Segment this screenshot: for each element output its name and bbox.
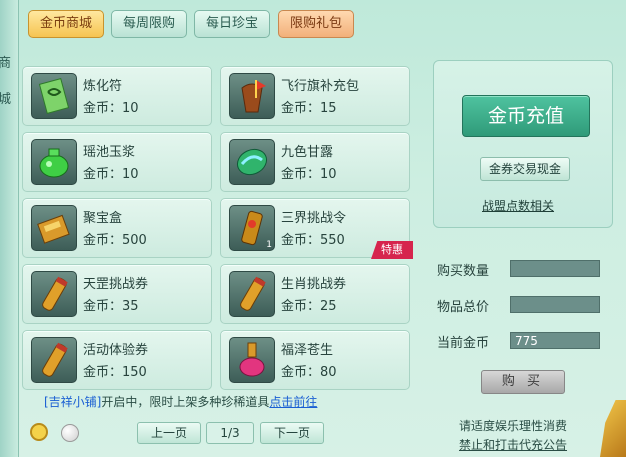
side-ribbon: 商 城: [0, 0, 19, 457]
item-price: 金币：10: [281, 167, 337, 182]
item-name: 聚宝盒: [83, 211, 123, 226]
ribbon-char: 城: [0, 92, 12, 107]
footer-notice-2[interactable]: 禁止和打击代充公告: [459, 436, 567, 453]
item-name: 活动体验券: [83, 343, 149, 358]
coupon-exchange-button[interactable]: 金券交易现金: [480, 157, 570, 181]
scroll-icon: [31, 271, 77, 317]
pearl-icon[interactable]: [61, 424, 79, 442]
magnifier-icon[interactable]: [30, 423, 48, 441]
special-offer-badge: 特惠: [371, 241, 413, 259]
total-price-field: [510, 296, 600, 313]
notice-link[interactable]: 点击前往: [269, 395, 317, 409]
buy-button[interactable]: 购 买: [481, 370, 565, 394]
item-card[interactable]: 炼化符 金币：10: [22, 66, 212, 126]
tab-daily-treasure[interactable]: 每日珍宝: [194, 10, 270, 38]
item-name: 生肖挑战券: [281, 277, 347, 292]
potion-bottle-icon: [229, 337, 275, 383]
scroll-icon: [229, 271, 275, 317]
item-card[interactable]: 飞行旗补充包 金币：15: [220, 66, 410, 126]
item-name: 飞行旗补充包: [281, 79, 360, 94]
item-card[interactable]: 聚宝盒 金币：500: [22, 198, 212, 258]
treasure-box-icon: [31, 205, 77, 251]
page-indicator: 1/3: [206, 422, 254, 444]
item-price: 金币：150: [83, 365, 147, 380]
item-card[interactable]: 天罡挑战券 金币：35: [22, 264, 212, 324]
item-name: 三界挑战令: [281, 211, 347, 226]
tab-limited-gift[interactable]: 限购礼包: [278, 10, 354, 38]
purchase-qty-field[interactable]: [510, 260, 600, 277]
prev-page-button[interactable]: 上一页: [137, 422, 201, 444]
talisman-icon: [31, 73, 77, 119]
ribbon-char: 商: [0, 56, 12, 71]
item-price: 金币：15: [281, 101, 337, 116]
item-name: 九色甘露: [281, 145, 334, 160]
item-price: 金币：10: [83, 101, 139, 116]
item-card[interactable]: 1 三界挑战令 金币：550 特惠: [220, 198, 413, 259]
challenge-token-icon: 1: [229, 205, 275, 251]
item-name: 炼化符: [83, 79, 123, 94]
scroll-icon: [31, 337, 77, 383]
tab-weekly-limit[interactable]: 每周限购: [111, 10, 187, 38]
notice-shop-name: [吉祥小铺]: [44, 395, 102, 409]
side-panel: 金币充值 金券交易现金 战盟点数相关: [433, 60, 613, 228]
shop-notice: [吉祥小铺]开启中，限时上架多种珍稀道具点击前往: [44, 393, 317, 410]
item-grid: 炼化符 金币：10 飞行旗补充包 金币：15 瑶池玉浆 金币：10 九色甘露 金…: [22, 62, 416, 392]
next-page-button[interactable]: 下一页: [260, 422, 324, 444]
footer-notice-1: 请适度娱乐理性消费: [459, 419, 568, 433]
item-price: 金币：25: [281, 299, 337, 314]
tab-gold-shop[interactable]: 金币商城: [28, 10, 104, 38]
current-gold-label: 当前金币: [437, 336, 490, 351]
item-price: 金币：550: [281, 233, 345, 248]
alliance-points-link[interactable]: 战盟点数相关: [482, 197, 554, 214]
gold-recharge-button[interactable]: 金币充值: [462, 95, 590, 137]
item-name: 福泽苍生: [281, 343, 334, 358]
item-quantity: 1: [266, 240, 272, 250]
item-price: 金币：10: [83, 167, 139, 182]
flag-pack-icon: [229, 73, 275, 119]
item-card[interactable]: 九色甘露 金币：10: [220, 132, 410, 192]
notice-text: 开启中，限时上架多种珍稀道具: [101, 395, 270, 409]
item-card[interactable]: 活动体验券 金币：150: [22, 330, 212, 390]
item-name: 天罡挑战券: [83, 277, 149, 292]
purchase-qty-label: 购买数量: [437, 264, 490, 279]
corner-ornament-icon: [600, 400, 626, 457]
total-price-label: 物品总价: [437, 300, 490, 315]
nectar-gem-icon: [229, 139, 275, 185]
item-price: 金币：80: [281, 365, 337, 380]
item-card[interactable]: 生肖挑战券 金币：25: [220, 264, 410, 324]
jade-pot-icon: [31, 139, 77, 185]
shop-window: 商 城 金币商城 每周限购 每日珍宝 限购礼包 炼化符 金币：10 飞行旗补充包…: [0, 0, 626, 457]
item-price: 金币：35: [83, 299, 139, 314]
item-name: 瑶池玉浆: [83, 145, 136, 160]
item-card[interactable]: 瑶池玉浆 金币：10: [22, 132, 212, 192]
current-gold-field: 775: [510, 332, 600, 349]
item-card[interactable]: 福泽苍生 金币：80: [220, 330, 410, 390]
item-price: 金币：500: [83, 233, 147, 248]
